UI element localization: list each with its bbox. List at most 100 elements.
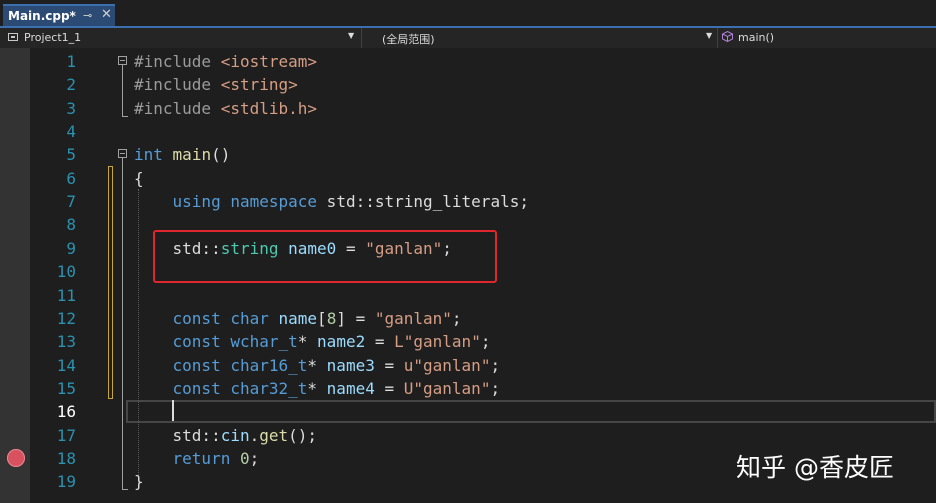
member-dropdown[interactable]: main()	[718, 28, 936, 48]
code-text: #include <string>	[134, 73, 298, 96]
code-line[interactable]: 7 using namespace std::string_literals;	[0, 190, 936, 213]
code-token: const	[172, 332, 221, 352]
code-line[interactable]: 12 const char name[8] = "ganlan";	[0, 307, 936, 330]
line-number: 18	[56, 448, 76, 468]
code-token: <string>	[220, 75, 298, 95]
code-token: const	[172, 308, 221, 328]
code-token: u"ganlan"	[403, 355, 491, 375]
code-token: =	[365, 332, 395, 352]
line-number: 17	[56, 425, 76, 445]
code-token: =	[374, 378, 404, 398]
code-token: ()	[211, 145, 231, 165]
code-line[interactable]: 1 #include <iostream>	[0, 50, 936, 73]
code-token: name	[278, 308, 318, 328]
line-number: 9	[66, 238, 76, 258]
code-token: .	[249, 425, 260, 445]
code-line[interactable]: 5 int main()	[0, 143, 936, 166]
code-token: char16_t	[230, 355, 308, 375]
watermark-text: 知乎 @香皮匠	[736, 453, 894, 482]
code-token: L"ganlan"	[394, 332, 481, 352]
line-number: 4	[66, 122, 76, 142]
code-text: #include <stdlib.h>	[134, 97, 317, 120]
code-token: main	[172, 145, 212, 165]
code-token: ] =	[336, 308, 375, 328]
code-token: namespace	[230, 192, 318, 212]
code-text: }	[134, 470, 144, 493]
code-line[interactable]: 11	[0, 284, 936, 307]
code-token: ;	[490, 355, 501, 375]
code-editor[interactable]: 1 #include <iostream> 2 #include <string> 3 #…	[0, 48, 936, 503]
code-token: char32_t	[230, 378, 308, 398]
code-text: using namespace std::string_literals;	[134, 190, 529, 213]
code-token: using	[172, 192, 221, 212]
code-token: *	[307, 378, 327, 398]
line-number: 7	[66, 192, 76, 212]
code-token: <iostream>	[220, 52, 318, 71]
line-number: 5	[66, 145, 76, 165]
code-text: #include <iostream>	[134, 50, 317, 73]
code-token: <stdlib.h>	[220, 98, 318, 118]
project-label: Project1_1	[24, 31, 82, 44]
code-text: const wchar_t* name2 = L"ganlan";	[134, 330, 491, 353]
code-token: {	[134, 168, 144, 188]
code-text: const char16_t* name3 = u"ganlan";	[134, 354, 501, 377]
navigation-bar: Project1_1 ▼ (全局范围) ▼ main()	[0, 28, 936, 48]
line-number: 1	[66, 52, 76, 71]
code-token: const	[172, 378, 221, 398]
scope-dropdown[interactable]: (全局范围) ▼	[362, 28, 718, 48]
code-text: {	[134, 167, 144, 190]
project-icon	[8, 33, 18, 41]
code-line[interactable]: 6{	[0, 167, 936, 190]
code-text: const char name[8] = "ganlan";	[134, 307, 462, 330]
code-line[interactable]: 16	[0, 400, 936, 423]
tab-main-cpp[interactable]: Main.cpp* ⊸ ✕	[3, 4, 115, 27]
method-cube-icon	[722, 31, 733, 42]
scope-label: (全局范围)	[382, 33, 435, 46]
code-line[interactable]: 14 const char16_t* name3 = u"ganlan";	[0, 354, 936, 377]
code-text: const char32_t* name4 = U"ganlan";	[134, 377, 501, 400]
code-token: return	[172, 448, 231, 468]
pin-icon[interactable]: ⊸	[83, 9, 92, 22]
code-text: return 0;	[134, 447, 260, 470]
line-number: 2	[66, 75, 76, 95]
line-number: 3	[66, 98, 76, 118]
code-token: cin	[220, 425, 250, 445]
code-line[interactable]: 17 std::cin.get();	[0, 424, 936, 447]
code-token: }	[134, 472, 144, 492]
code-token: name3	[326, 355, 375, 375]
code-token: [	[317, 308, 327, 328]
code-line[interactable]: 15 const char32_t* name4 = U"ganlan";	[0, 377, 936, 400]
code-token: ();	[288, 425, 318, 445]
code-line[interactable]: 3 #include <stdlib.h>	[0, 97, 936, 120]
chevron-down-icon: ▼	[348, 31, 355, 40]
code-token: name4	[326, 378, 375, 398]
document-tab-bar: Main.cpp* ⊸ ✕	[0, 0, 936, 28]
project-dropdown[interactable]: Project1_1 ▼	[0, 28, 362, 48]
close-icon[interactable]: ✕	[101, 7, 112, 22]
code-line[interactable]: 2 #include <string>	[0, 73, 936, 96]
tab-title: Main.cpp*	[8, 9, 76, 23]
code-token: std::	[134, 425, 221, 445]
code-token: wchar_t	[230, 332, 298, 352]
code-token: =	[374, 355, 404, 375]
code-line[interactable]: 13 const wchar_t* name2 = L"ganlan";	[0, 330, 936, 353]
code-token: ;	[451, 308, 462, 328]
line-number: 15	[56, 378, 76, 398]
code-line[interactable]: 4	[0, 120, 936, 143]
annotation-highlight-box	[153, 230, 497, 283]
code-token: 8	[326, 308, 337, 328]
member-label: main()	[738, 31, 775, 44]
code-token: #include	[134, 98, 221, 118]
text-caret	[172, 400, 174, 421]
code-token: #include	[134, 75, 221, 95]
